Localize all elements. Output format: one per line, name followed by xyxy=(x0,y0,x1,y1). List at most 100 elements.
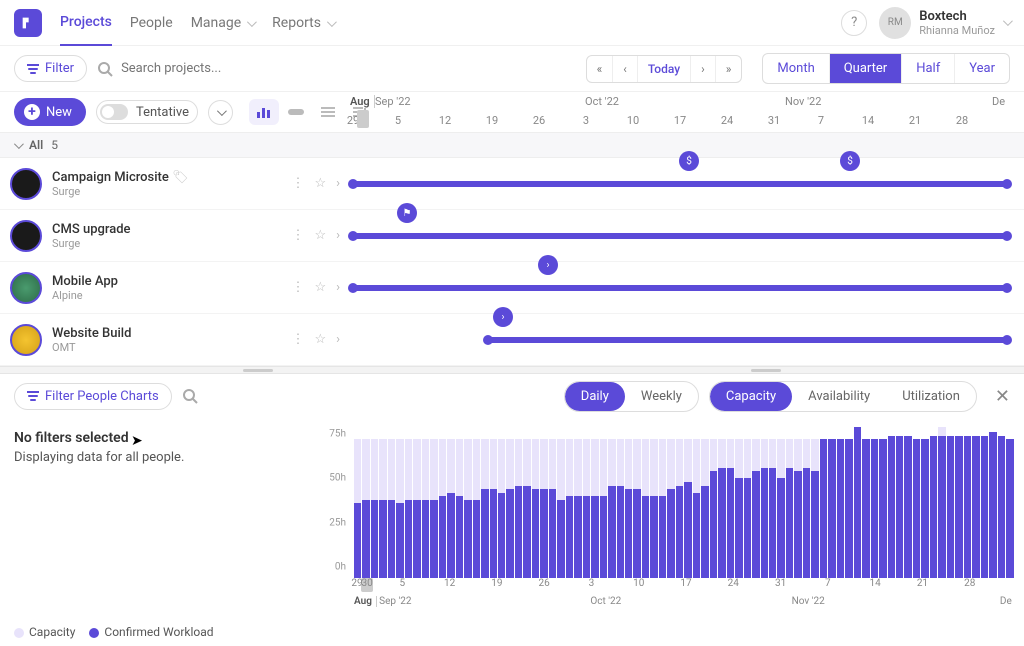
project-row[interactable]: CMS upgrade Surge ⋮ ☆ › ⚑ xyxy=(0,210,1024,262)
chevron-right-icon[interactable]: › xyxy=(336,176,340,191)
chart-bar[interactable] xyxy=(362,439,369,578)
chart-bar[interactable] xyxy=(955,439,962,578)
chart-bar[interactable] xyxy=(642,439,649,578)
chart-bar[interactable] xyxy=(617,439,624,578)
chart-bar[interactable] xyxy=(557,439,564,578)
chevron-right-icon[interactable]: › xyxy=(336,280,340,295)
chart-bar[interactable] xyxy=(667,439,674,578)
star-icon[interactable]: ☆ xyxy=(314,176,326,191)
chart-bar[interactable] xyxy=(735,439,742,578)
account-menu[interactable]: RM Boxtech Rhianna Muñoz xyxy=(879,7,1010,39)
chart-bar[interactable] xyxy=(904,439,911,578)
chart-bar[interactable] xyxy=(481,439,488,578)
chart-bar[interactable] xyxy=(413,439,420,578)
chart-bar[interactable] xyxy=(761,439,768,578)
chevron-right-icon[interactable]: › xyxy=(336,332,340,347)
search-input[interactable] xyxy=(121,61,271,76)
zoom-quarter[interactable]: Quarter xyxy=(830,54,902,83)
chart-bar[interactable] xyxy=(989,439,996,578)
dropdown-button[interactable] xyxy=(208,100,233,125)
zoom-half[interactable]: Half xyxy=(902,54,955,83)
more-icon[interactable]: ⋮ xyxy=(291,228,304,243)
project-row[interactable]: Website Build OMT ⋮ ☆ › › xyxy=(0,314,1024,366)
chart-bar[interactable] xyxy=(574,439,581,578)
chart-bar[interactable] xyxy=(684,439,691,578)
chart-bar[interactable] xyxy=(625,439,632,578)
metric-utilization[interactable]: Utilization xyxy=(886,382,976,411)
zoom-month[interactable]: Month xyxy=(763,54,829,83)
project-row[interactable]: Mobile App Alpine ⋮ ☆ › › xyxy=(0,262,1024,314)
chart-bar[interactable] xyxy=(820,439,827,578)
metric-capacity[interactable]: Capacity xyxy=(710,382,792,411)
chart-bar[interactable] xyxy=(405,439,412,578)
nav-first[interactable]: « xyxy=(587,56,614,82)
gantt-bar[interactable] xyxy=(350,233,1010,239)
chart-bar[interactable] xyxy=(354,439,361,578)
chart-bar[interactable] xyxy=(540,439,547,578)
chart-bar[interactable] xyxy=(862,439,869,578)
filter-button[interactable]: Filter xyxy=(14,55,87,82)
chart-bar[interactable] xyxy=(981,439,988,578)
gantt-bar[interactable] xyxy=(485,337,1010,343)
chart-bar[interactable] xyxy=(371,439,378,578)
metric-availability[interactable]: Availability xyxy=(792,382,886,411)
view-list-icon[interactable] xyxy=(313,99,343,125)
chart-bar[interactable] xyxy=(972,439,979,578)
chart-bar[interactable] xyxy=(464,439,471,578)
milestone-icon[interactable]: $ xyxy=(840,151,860,171)
chart-bar[interactable] xyxy=(676,439,683,578)
chart-bar[interactable] xyxy=(506,439,513,578)
view-pill-icon[interactable] xyxy=(281,99,311,125)
project-timeline[interactable]: › xyxy=(350,314,1014,365)
chart-bar[interactable] xyxy=(794,439,801,578)
star-icon[interactable]: ☆ xyxy=(314,332,326,347)
more-icon[interactable]: ⋮ xyxy=(291,280,304,295)
chart-bar[interactable] xyxy=(947,439,954,578)
chart-bar[interactable] xyxy=(803,439,810,578)
chart-bar[interactable] xyxy=(583,439,590,578)
chart-bar[interactable] xyxy=(845,439,852,578)
chart-bar[interactable] xyxy=(650,439,657,578)
chart-bar[interactable] xyxy=(786,439,793,578)
project-timeline[interactable]: › xyxy=(350,262,1014,313)
chart-bar[interactable] xyxy=(769,439,776,578)
star-icon[interactable]: ☆ xyxy=(314,280,326,295)
gantt-bar[interactable] xyxy=(350,181,1010,187)
new-button[interactable]: + New xyxy=(14,98,86,126)
more-icon[interactable]: ⋮ xyxy=(291,176,304,191)
chart-bar[interactable] xyxy=(1006,439,1013,578)
chart-bar[interactable] xyxy=(837,439,844,578)
nav-projects[interactable]: Projects xyxy=(60,14,112,46)
chart-bar[interactable] xyxy=(998,439,1005,578)
chart-bar[interactable] xyxy=(608,439,615,578)
nav-manage[interactable]: Manage xyxy=(191,15,254,45)
gantt-bar[interactable] xyxy=(350,285,1010,291)
granularity-weekly[interactable]: Weekly xyxy=(625,382,698,411)
chart-bar[interactable] xyxy=(430,439,437,578)
chart-bar[interactable] xyxy=(854,439,861,578)
chart-bar[interactable] xyxy=(600,439,607,578)
chart-bar[interactable] xyxy=(498,439,505,578)
chart-bar[interactable] xyxy=(515,439,522,578)
chart-bar[interactable] xyxy=(710,439,717,578)
project-row[interactable]: Campaign Microsite 🏷 Surge ⋮ ☆ › $$ xyxy=(0,158,1024,210)
chevron-right-icon[interactable]: › xyxy=(336,228,340,243)
chart-bar[interactable] xyxy=(921,439,928,578)
chart-bar[interactable] xyxy=(422,439,429,578)
chart-bar[interactable] xyxy=(396,439,403,578)
chart-bar[interactable] xyxy=(752,439,759,578)
chart-bar[interactable] xyxy=(591,439,598,578)
nav-next[interactable]: › xyxy=(691,56,716,82)
chart-bar[interactable] xyxy=(718,439,725,578)
zoom-year[interactable]: Year xyxy=(955,54,1009,83)
filter-people-charts-button[interactable]: Filter People Charts xyxy=(14,383,172,410)
milestone-icon[interactable]: › xyxy=(493,307,513,327)
project-timeline[interactable]: ⚑ xyxy=(350,210,1014,261)
chart-bar[interactable] xyxy=(938,427,945,578)
splitter-handle[interactable] xyxy=(0,366,1024,374)
help-icon[interactable]: ? xyxy=(841,10,867,36)
chart-bar[interactable] xyxy=(379,439,386,578)
chart-bar[interactable] xyxy=(727,439,734,578)
group-header[interactable]: All 5 xyxy=(0,132,1024,158)
chart-bar[interactable] xyxy=(913,439,920,578)
